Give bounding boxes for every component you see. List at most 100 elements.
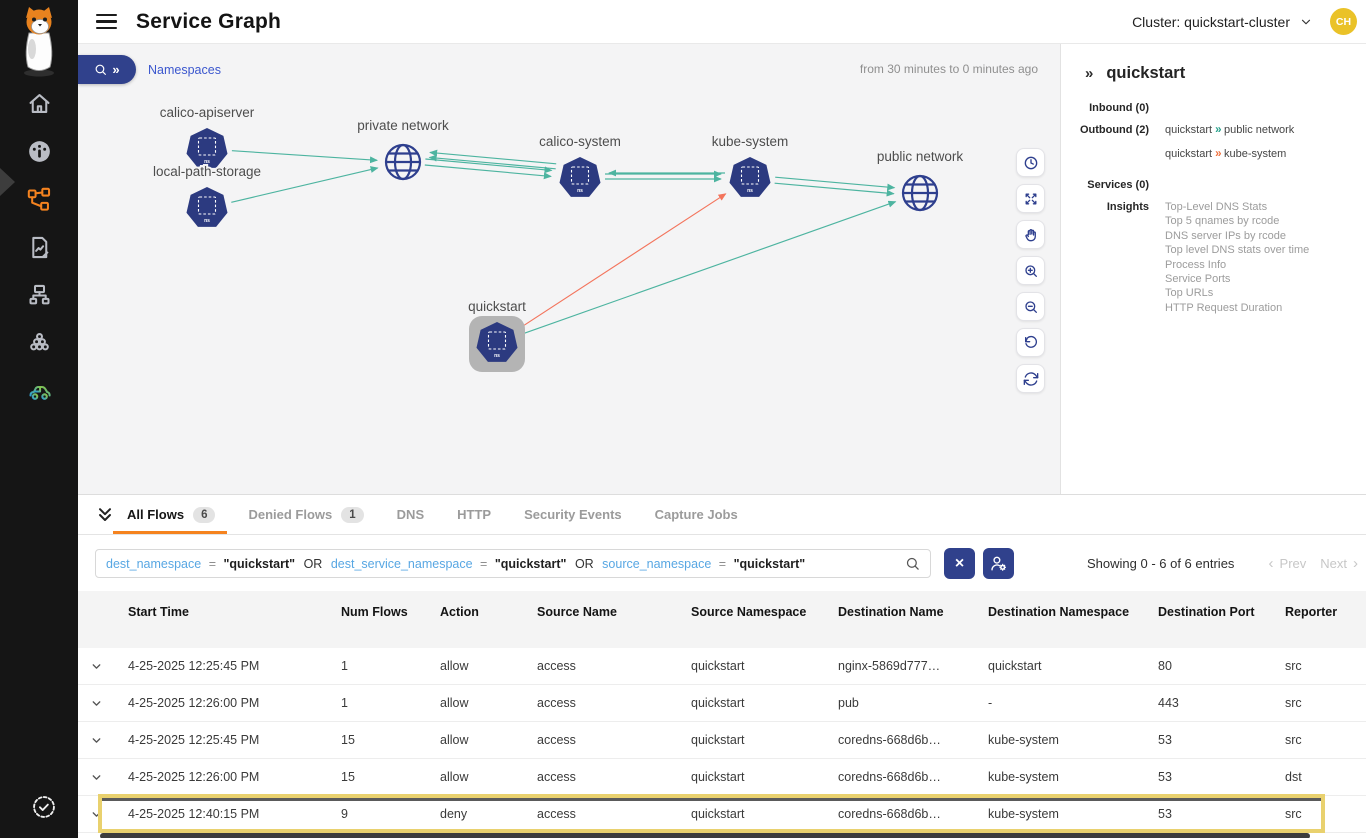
- table-row[interactable]: 4-25-2025 12:26:00 PM15allowaccessquicks…: [78, 759, 1366, 796]
- sidebar-item-network[interactable]: [24, 280, 54, 310]
- table-cell: quickstart: [691, 659, 838, 673]
- edge-calico-apiserver-to-private-network[interactable]: [232, 151, 377, 161]
- prev-page-button[interactable]: ‹Prev: [1269, 556, 1307, 571]
- search-icon: [905, 556, 920, 571]
- table-row[interactable]: 4-25-2025 12:25:45 PM1allowaccessquickst…: [78, 648, 1366, 685]
- clear-filter-button[interactable]: ×: [944, 548, 975, 579]
- column-header[interactable]: Source Namespace: [691, 591, 838, 648]
- panel-section-outbound: Outbound (2)quickstart»public networkqui…: [1061, 123, 1366, 171]
- table-cell: 53: [1158, 770, 1285, 784]
- table-cell: 4-25-2025 12:40:15 PM: [128, 807, 341, 821]
- table-row[interactable]: 4-25-2025 12:25:45 PM15allowaccessquicks…: [78, 722, 1366, 759]
- zoom-in-button[interactable]: [1016, 256, 1045, 285]
- insight-link[interactable]: Service Ports: [1165, 272, 1309, 286]
- table-cell: quickstart: [691, 807, 838, 821]
- row-expand-chevron-icon[interactable]: [78, 771, 128, 784]
- tab-security-events[interactable]: Security Events: [524, 495, 622, 534]
- graph-node-calico-system[interactable]: nscalico-system: [539, 134, 621, 197]
- column-header[interactable]: Destination Namespace: [988, 591, 1158, 648]
- service-graph-canvas[interactable]: nscalico-apiservernslocal-path-storagepr…: [78, 44, 1060, 494]
- sidebar-item-dashboard[interactable]: [24, 136, 54, 166]
- edge-calico-system-to-private-network[interactable]: [430, 152, 556, 163]
- graph-node-quickstart[interactable]: nsquickstart: [468, 299, 526, 372]
- breadcrumb[interactable]: Namespaces: [148, 55, 221, 84]
- filter-token-keyword: OR: [304, 557, 323, 571]
- table-cell: allow: [440, 733, 537, 747]
- table-cell: access: [537, 807, 691, 821]
- panel-collapse-icon[interactable]: »: [1085, 65, 1093, 82]
- row-expand-chevron-icon[interactable]: [78, 734, 128, 747]
- tab-dns[interactable]: DNS: [397, 495, 424, 534]
- insight-link[interactable]: DNS server IPs by rcode: [1165, 229, 1309, 243]
- sidebar-item-policies[interactable]: [24, 232, 54, 262]
- graph-search-button[interactable]: »: [78, 55, 136, 84]
- table-cell: src: [1285, 696, 1366, 710]
- tab-denied-flows[interactable]: Denied Flows1: [248, 495, 363, 534]
- column-header[interactable]: Num Flows: [341, 591, 440, 648]
- network-icon: [26, 282, 53, 309]
- sidebar-item-car[interactable]: [24, 376, 54, 406]
- table-row-highlighted[interactable]: 4-25-2025 12:40:15 PM9denyaccessquicksta…: [78, 796, 1366, 833]
- edge-quickstart-to-kube-system[interactable]: [518, 194, 726, 329]
- next-page-button[interactable]: Next›: [1320, 556, 1358, 571]
- column-header[interactable]: Destination Name: [838, 591, 988, 648]
- filter-settings-button[interactable]: [983, 548, 1014, 579]
- edge-private-network-to-calico-system[interactable]: [425, 159, 551, 170]
- cluster-selector[interactable]: Cluster: quickstart-cluster: [1132, 14, 1313, 30]
- sidebar: [0, 0, 78, 838]
- table-cell: 4-25-2025 12:26:00 PM: [128, 696, 341, 710]
- graph-node-local-path-storage[interactable]: nslocal-path-storage: [153, 164, 261, 227]
- edge-quickstart-to-public-network[interactable]: [521, 202, 896, 335]
- expand-button[interactable]: [1016, 184, 1045, 213]
- sidebar-item-home[interactable]: [24, 88, 54, 118]
- refresh-button[interactable]: [1016, 364, 1045, 393]
- table-cell: src: [1285, 659, 1366, 673]
- edge-kube-system-to-public-network[interactable]: [775, 183, 894, 194]
- insight-link[interactable]: Process Info: [1165, 258, 1309, 272]
- svg-text:ns: ns: [204, 218, 210, 224]
- insight-link[interactable]: Top URLs: [1165, 286, 1309, 300]
- sidebar-item-service-graph[interactable]: [24, 184, 54, 214]
- graph-node-public-network[interactable]: public network: [877, 149, 964, 210]
- table-cell: -: [988, 696, 1158, 710]
- insight-link[interactable]: Top 5 qnames by rcode: [1165, 214, 1309, 228]
- collapse-flows-icon[interactable]: [95, 505, 115, 525]
- column-header[interactable]: Start Time: [128, 591, 341, 648]
- graph-node-calico-apiserver[interactable]: nscalico-apiserver: [160, 105, 255, 168]
- horizontal-scrollbar[interactable]: [100, 833, 1310, 838]
- pan-button[interactable]: [1016, 220, 1045, 249]
- row-expand-chevron-icon[interactable]: [78, 660, 128, 673]
- user-avatar[interactable]: CH: [1330, 8, 1357, 35]
- row-expand-chevron-icon[interactable]: [78, 697, 128, 710]
- table-row[interactable]: 4-25-2025 12:26:00 PM1allowaccessquickst…: [78, 685, 1366, 722]
- hamburger-menu-button[interactable]: [96, 14, 117, 30]
- panel-section-content: Top-Level DNS StatsTop 5 qnames by rcode…: [1165, 200, 1309, 315]
- insight-link[interactable]: Top level DNS stats over time: [1165, 243, 1309, 257]
- tab-capture-jobs[interactable]: Capture Jobs: [655, 495, 738, 534]
- flow-filter-input[interactable]: dest_namespace = "quickstart" OR dest_se…: [95, 549, 931, 578]
- insight-link[interactable]: HTTP Request Duration: [1165, 301, 1309, 315]
- undo-button[interactable]: [1016, 328, 1045, 357]
- zoom-in-icon: [1023, 263, 1039, 279]
- verified-seal-icon[interactable]: [30, 793, 58, 821]
- sidebar-nav: [0, 88, 78, 406]
- edge-kube-system-to-public-network[interactable]: [775, 177, 894, 188]
- insight-link[interactable]: Top-Level DNS Stats: [1165, 200, 1309, 214]
- outbound-item[interactable]: quickstart»kube-system: [1165, 147, 1294, 162]
- column-header[interactable]: Reporter: [1285, 591, 1366, 648]
- zoom-out-button[interactable]: [1016, 292, 1045, 321]
- column-header[interactable]: Destination Port: [1158, 591, 1285, 648]
- table-cell: 443: [1158, 696, 1285, 710]
- outbound-target: public network: [1224, 124, 1294, 136]
- sidebar-item-cluster[interactable]: [24, 328, 54, 358]
- tab-all-flows[interactable]: All Flows6: [127, 495, 215, 534]
- tab-http[interactable]: HTTP: [457, 495, 491, 534]
- graph-node-kube-system[interactable]: nskube-system: [712, 134, 789, 197]
- table-cell: kube-system: [988, 807, 1158, 821]
- clock-button[interactable]: [1016, 148, 1045, 177]
- column-header[interactable]: Source Name: [537, 591, 691, 648]
- sidebar-corner-decoration: [0, 168, 15, 196]
- column-header[interactable]: Action: [440, 591, 537, 648]
- outbound-item[interactable]: quickstart»public network: [1165, 123, 1294, 138]
- row-expand-chevron-icon[interactable]: [78, 808, 128, 821]
